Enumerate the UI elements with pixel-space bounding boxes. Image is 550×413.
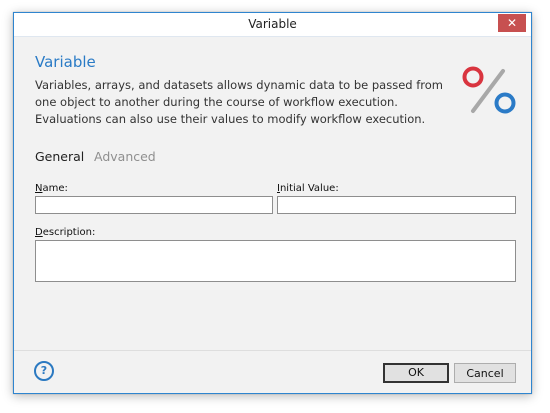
description-label: Description:: [35, 227, 96, 238]
tab-general[interactable]: General: [35, 149, 84, 164]
dialog-footer: ? OK Cancel: [14, 350, 531, 393]
tab-advanced[interactable]: Advanced: [94, 149, 156, 164]
help-icon[interactable]: ?: [34, 361, 54, 381]
close-icon: ✕: [506, 16, 518, 30]
page-title: Variable: [35, 53, 96, 71]
initial-value-input[interactable]: [277, 196, 516, 214]
name-label: Name:: [35, 183, 68, 194]
percent-top-circle: [462, 66, 484, 88]
window-title: Variable: [248, 17, 297, 31]
ok-button[interactable]: OK: [383, 363, 449, 383]
name-input[interactable]: [35, 196, 273, 214]
percent-bottom-circle: [494, 92, 516, 114]
close-button[interactable]: ✕: [498, 14, 526, 32]
page-description: Variables, arrays, and datasets allows d…: [35, 78, 443, 126]
percent-icon: [462, 66, 516, 114]
description-textarea[interactable]: [35, 240, 516, 282]
cancel-button[interactable]: Cancel: [454, 363, 516, 383]
initial-value-label: Initial Value:: [277, 183, 339, 194]
title-bar[interactable]: Variable ✕: [14, 13, 531, 37]
variable-dialog: Variable ✕ Variable Variables, arrays, a…: [13, 12, 532, 394]
